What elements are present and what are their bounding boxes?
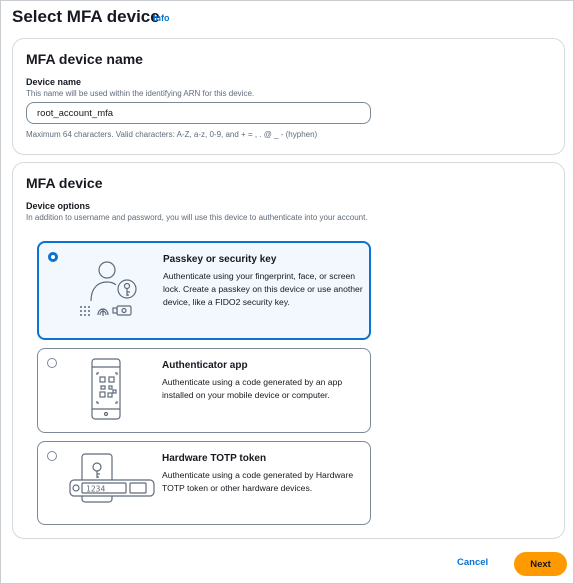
next-button[interactable]: Next [514,552,567,576]
page-frame: Select MFA device Info MFA device name D… [0,0,574,584]
device-name-constraint: Maximum 64 characters. Valid characters:… [26,130,318,139]
token-display-text: 1234 [86,485,105,494]
option-passkey-tile[interactable]: Passkey or security key Authenticate usi… [37,241,371,340]
radio-passkey[interactable] [48,252,58,262]
hardware-token-icon: 1234 [66,450,158,511]
device-name-description: This name will be used within the identi… [26,89,255,98]
device-name-label: Device name [26,77,82,87]
option-hardware-token-tile[interactable]: 1234 Hardware TOTP token Authenticate us… [37,441,371,525]
option-title: Passkey or security key [163,254,277,265]
device-options-description: In addition to username and password, yo… [26,213,368,222]
option-authenticator-app-tile[interactable]: Authenticator app Authenticate using a c… [37,348,371,433]
mfa-device-panel: MFA device Device options In addition to… [12,162,565,539]
radio-hardware-token[interactable] [47,451,57,461]
page-title: Select MFA device [12,7,160,26]
cancel-button[interactable]: Cancel [457,557,488,568]
radio-authenticator-app[interactable] [47,358,57,368]
info-link[interactable]: Info [153,13,170,23]
option-title: Authenticator app [162,360,248,371]
device-options-label: Device options [26,201,91,211]
option-title: Hardware TOTP token [162,453,267,464]
option-description: Authenticate using a code generated by H… [162,470,354,493]
panel-title: MFA device name [26,51,143,67]
mfa-device-name-panel: MFA device name Device name This name wi… [12,38,565,155]
option-description: Authenticate using a code generated by a… [162,377,343,400]
panel-title: MFA device [26,175,103,191]
mobile-qr-code-icon [84,355,134,432]
option-description: Authenticate using your fingerprint, fac… [163,271,363,307]
device-name-input[interactable] [26,102,371,124]
passkey-user-key-icon [75,257,155,332]
